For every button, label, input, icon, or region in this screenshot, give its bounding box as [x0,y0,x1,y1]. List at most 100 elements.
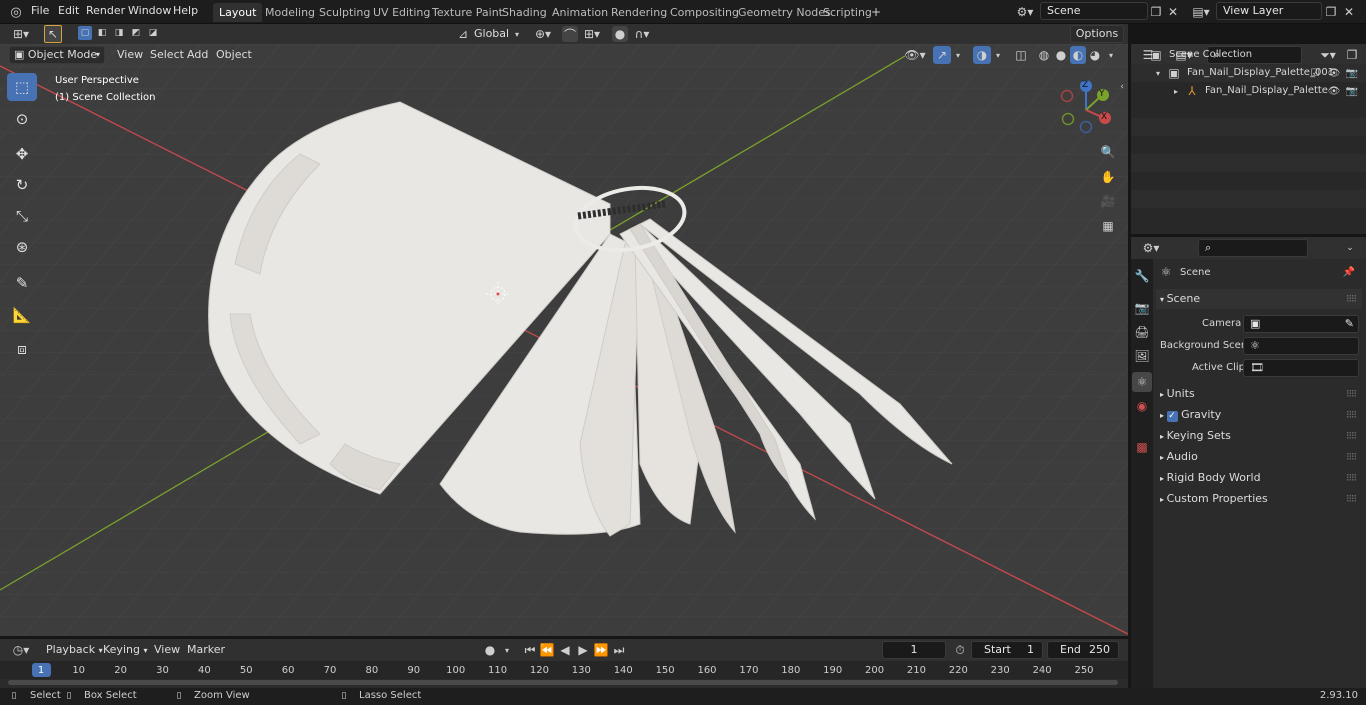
world-tab-icon[interactable]: ◉ [1134,397,1150,415]
scene-collection-label[interactable]: Scene Collection [1169,49,1252,60]
new-scene-icon[interactable]: ❐ [1148,3,1164,21]
keying-menu[interactable]: Keying ▾ [103,643,147,656]
annotate-tool-icon[interactable]: ✎ [7,269,37,297]
panel-drag-handle-icon[interactable]: ⁝⁝⁝⁝ [1346,468,1357,488]
exclude-checkbox-icon[interactable]: ☑ [1309,66,1321,80]
expand-arrow-icon[interactable]: ▾ [1153,66,1163,80]
panel-drag-handle-icon[interactable]: ⁝⁝⁝⁝ [1346,447,1357,467]
gravity-checkbox[interactable]: ✓ [1166,411,1178,422]
active-clip-field[interactable]: 🎞 [1243,359,1359,377]
shading-solid-icon[interactable]: ● [1053,46,1069,64]
view-layer-selector-icon[interactable]: ▤▾ [1188,3,1214,21]
start-frame-field[interactable]: Start 1 [971,641,1043,659]
visibility-eye-icon[interactable]: 👁 [1327,66,1341,80]
snap-toggle-icon[interactable]: ⌒ [562,26,578,42]
output-tab-icon[interactable]: 🖨 [1134,323,1150,341]
panel-drag-handle-icon[interactable]: ⁝⁝⁝⁝ [1346,384,1357,404]
prev-keyframe-icon[interactable]: ⏪ [539,642,555,658]
blender-logo-icon[interactable]: ◎ [8,4,24,20]
orientation-chevron-down-icon[interactable]: ▾ [512,26,522,42]
gizmo-chevron-down-icon[interactable]: ▾ [953,46,963,64]
rotate-tool-icon[interactable]: ↻ [7,171,37,199]
texture-tab-icon[interactable]: ▩ [1134,438,1150,456]
ortho-toggle-icon[interactable]: ▦ [1098,216,1118,236]
properties-search-input[interactable]: ⌕ [1198,239,1308,257]
auto-keying-icon[interactable]: ● [482,642,498,658]
viewport-menu-view[interactable]: View [117,48,143,61]
measure-tool-icon[interactable]: 📐 [7,301,37,329]
gravity-panel[interactable]: ▸ ✓ Gravity ⁝⁝⁝⁝ [1156,405,1362,425]
jump-start-icon[interactable]: ⏮ [522,642,538,658]
delete-scene-icon[interactable]: ✕ [1166,3,1180,21]
timeline-scrollbar[interactable] [8,680,1118,685]
tool-tab-icon[interactable]: 🔧 [1134,267,1150,285]
viewport-menu-object[interactable]: Object [216,48,252,61]
view-layer-field[interactable]: View Layer [1216,2,1322,20]
menu-help[interactable]: Help [173,4,198,17]
keying-sets-panel[interactable]: ▸ Keying Sets ⁝⁝⁝⁝ [1156,426,1362,446]
transform-orientation-dropdown[interactable]: Global [474,27,509,40]
select-mode-intersect-icon[interactable]: ◪ [146,26,160,40]
options-dropdown[interactable]: Options [1070,25,1124,43]
overlay-toggle-icon[interactable]: ◑ [973,46,991,64]
select-mode-new-icon[interactable]: ▢ [78,26,92,40]
snap-target-icon[interactable]: ⊞▾ [580,26,604,42]
jump-end-icon[interactable]: ⏭ [611,642,627,658]
new-view-layer-icon[interactable]: ❐ [1323,3,1339,21]
cursor-tool-icon[interactable]: ⊙ [7,105,37,133]
background-scene-field[interactable]: ⚛ [1243,337,1359,355]
add-cube-tool-icon[interactable]: ⧈ [7,335,37,363]
pivot-point-icon[interactable]: ⊕▾ [531,26,555,42]
visibility-eye-icon[interactable]: 👁 [1327,84,1341,98]
render-camera-icon[interactable]: 📷 [1345,84,1359,98]
viewport-menu-add[interactable]: Add [187,48,208,61]
overlay-chevron-down-icon[interactable]: ▾ [993,46,1003,64]
current-frame-field[interactable]: 1 [882,641,946,659]
render-camera-icon[interactable]: 📷 [1345,66,1359,80]
properties-editor-type-icon[interactable]: ⚙▾ [1138,240,1164,256]
play-reverse-icon[interactable]: ◀ [557,642,573,658]
shading-material-icon[interactable]: ◐ [1070,46,1086,64]
marker-menu[interactable]: Marker [187,643,225,656]
keying-chevron-down-icon[interactable]: ▾ [502,642,512,658]
move-tool-icon[interactable]: ✥ [7,140,37,168]
transform-tool-icon[interactable]: ⊛ [7,233,37,261]
panel-drag-handle-icon[interactable]: ⁝⁝⁝⁝ [1346,426,1357,446]
end-frame-field[interactable]: End 250 [1047,641,1119,659]
gizmo-toggle-icon[interactable]: ↗ [933,46,951,64]
pan-hand-icon[interactable]: ✋ [1098,167,1118,187]
select-mode-subtract-icon[interactable]: ◨ [112,26,126,40]
sidebar-toggle-icon[interactable]: ‹ [1117,80,1127,94]
audio-panel[interactable]: ▸ Audio ⁝⁝⁝⁝ [1156,447,1362,467]
scene-name-field[interactable]: Scene [1040,2,1148,20]
pin-icon[interactable]: 📌 [1342,265,1356,279]
editor-type-icon[interactable]: ⊞▾ [8,26,34,42]
scene-selector-icon[interactable]: ⚙▾ [1012,3,1038,21]
scene-panel-header[interactable]: ▾ Scene ⁝⁝⁝⁝ [1156,289,1362,309]
panel-drag-handle-icon[interactable]: ⁝⁝⁝⁝ [1346,405,1357,425]
camera-view-icon[interactable]: 🎥 [1098,191,1118,211]
zoom-icon[interactable]: 🔍 [1098,142,1118,162]
proportional-edit-icon[interactable]: ● [612,26,628,42]
timeline-view-menu[interactable]: View [154,643,180,656]
object-mode-dropdown[interactable]: ▣ Object Mode ▾ [9,46,105,64]
menu-render[interactable]: Render [86,4,125,17]
menu-edit[interactable]: Edit [58,4,79,17]
panel-drag-handle-icon[interactable]: ⁝⁝⁝⁝ [1346,489,1357,509]
navigation-gizmo[interactable]: Z Y X [1056,80,1116,140]
tab-layout[interactable]: Layout [213,3,263,22]
scale-tool-icon[interactable]: ⤡ [7,202,37,230]
menu-file[interactable]: File [31,4,49,17]
menu-window[interactable]: Window [128,4,171,17]
units-panel[interactable]: ▸ Units ⁝⁝⁝⁝ [1156,384,1362,404]
panel-drag-handle-icon[interactable]: ⁝⁝⁝⁝ [1346,289,1357,309]
select-mode-extend-icon[interactable]: ◧ [95,26,109,40]
shading-rendered-icon[interactable]: ◕ [1087,46,1103,64]
play-icon[interactable]: ▶ [575,642,591,658]
orientation-icon[interactable]: ⊿ [456,26,470,42]
xray-toggle-icon[interactable]: ◫ [1013,46,1029,64]
tab-rendering[interactable]: Rendering [605,3,673,22]
outliner-row-palette[interactable]: ▸ ⅄ Fan_Nail_Display_Palette 👁 📷 [1131,82,1366,100]
playback-menu[interactable]: Playback ▾ [46,643,103,656]
visibility-filter-icon[interactable]: 👁▾ [903,46,927,64]
